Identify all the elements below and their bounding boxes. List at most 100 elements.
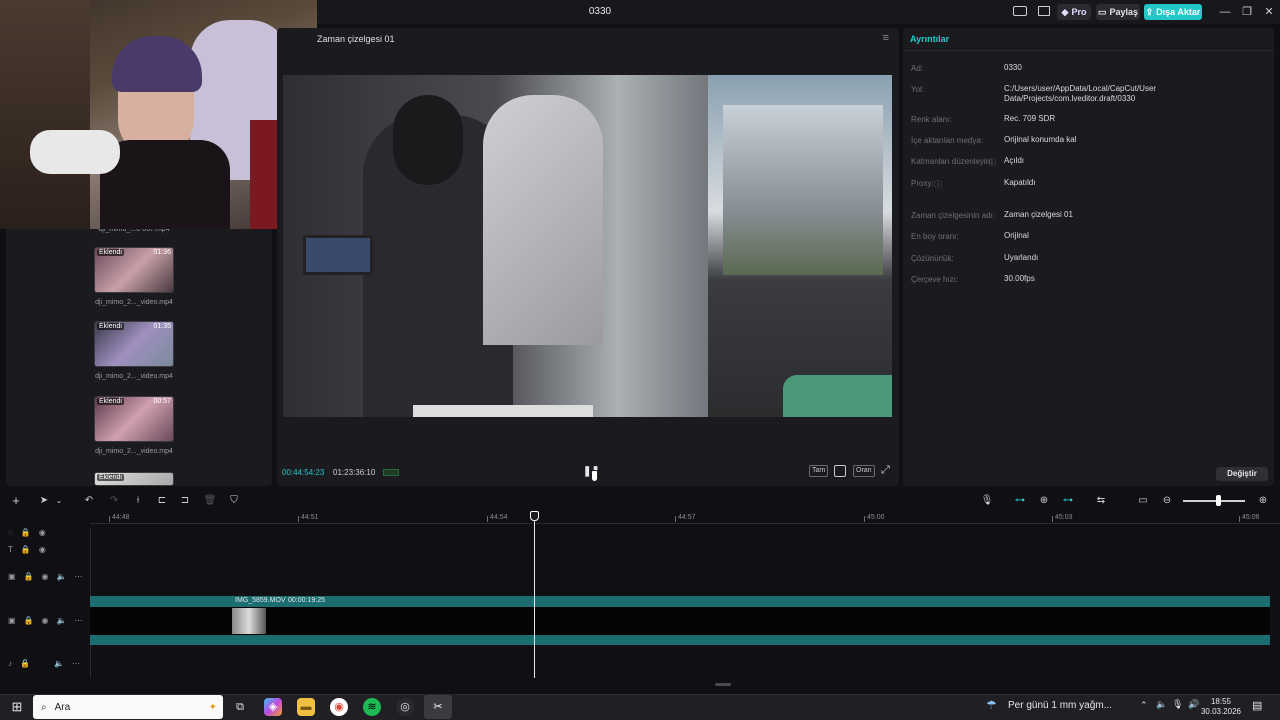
- tab-details[interactable]: Ayrıntılar: [910, 34, 949, 44]
- more-icon[interactable]: ⋯: [74, 572, 82, 581]
- timeline-ruler[interactable]: 44:48 44:51 44:54 44:57 45:00 45:03 45:0…: [90, 512, 1280, 524]
- media-item[interactable]: Eklendi: [94, 472, 174, 486]
- speaker-icon[interactable]: 🔈: [1156, 699, 1167, 710]
- split-icon[interactable]: ⟊: [131, 494, 145, 508]
- playhead[interactable]: [534, 512, 535, 678]
- video-track-icon[interactable]: ▣: [8, 572, 16, 581]
- shield-icon[interactable]: ⛉: [227, 494, 241, 508]
- horizontal-scrollbar[interactable]: [715, 683, 731, 686]
- close-button[interactable]: ✕: [1260, 3, 1278, 21]
- redo-icon[interactable]: ↷: [107, 494, 121, 508]
- video-clip-body[interactable]: [90, 607, 1270, 635]
- lock-icon[interactable]: 🔒: [21, 545, 31, 554]
- detail-label: Katmanları düzenleyin:: [911, 157, 993, 166]
- caption-icon[interactable]: ▭: [1136, 494, 1150, 508]
- lock-icon[interactable]: 🔒: [24, 572, 34, 581]
- info-icon[interactable]: ⓘ: [934, 179, 942, 190]
- playhead-handle[interactable]: [530, 511, 539, 521]
- select-tool-icon[interactable]: ➤: [37, 494, 51, 508]
- current-time: 00:44:54:23: [282, 468, 325, 477]
- snap-icon[interactable]: ⊕: [1037, 494, 1051, 508]
- detail-value: Rec. 709 SDR: [1004, 114, 1056, 123]
- add-icon[interactable]: +: [9, 494, 23, 508]
- chrome-icon[interactable]: ◉: [330, 698, 348, 716]
- share-button[interactable]: ▭ Paylaş: [1096, 4, 1140, 20]
- track-controls: ▣ 🔒 ◉ 🔈 ⋯: [8, 616, 82, 625]
- menu-icon[interactable]: ≡: [883, 32, 889, 44]
- spotify-icon[interactable]: ≋: [363, 698, 381, 716]
- windows-start-icon[interactable]: ⊞: [8, 698, 26, 716]
- zoom-slider-handle[interactable]: [1216, 495, 1221, 506]
- weather-text[interactable]: Per günü 1 mm yağm...: [1008, 700, 1112, 711]
- chevron-up-icon[interactable]: ⌃: [1140, 700, 1148, 711]
- track-controls: T 🔒 ◉: [8, 545, 46, 554]
- ruler-tick: 44:51: [298, 514, 319, 522]
- detail-value: Uyarlandı: [1004, 253, 1039, 262]
- zoom-in-icon[interactable]: ⊕: [1256, 494, 1270, 508]
- audio-track-icon[interactable]: ♪: [8, 659, 12, 668]
- lock-icon[interactable]: 🔒: [20, 659, 30, 668]
- clock-date[interactable]: 30.03.2026: [1200, 707, 1242, 716]
- trim-right-icon[interactable]: ⊐: [178, 494, 192, 508]
- minimize-button[interactable]: —: [1216, 3, 1234, 21]
- task-view-icon[interactable]: ⧉: [231, 698, 249, 716]
- link-icon[interactable]: ⊶: [1013, 494, 1027, 508]
- clip-name: IMG_5859.MOV: [235, 597, 286, 604]
- shortcut-icon[interactable]: [1038, 6, 1050, 16]
- change-button[interactable]: Değiştir: [1216, 467, 1268, 481]
- pro-button[interactable]: ◆ Pro: [1057, 4, 1091, 20]
- audio-waveform[interactable]: [90, 635, 1270, 645]
- lock-icon[interactable]: 🔒: [21, 528, 31, 537]
- ratio-button[interactable]: Oran: [853, 465, 875, 477]
- video-track-icon[interactable]: ▣: [8, 616, 16, 625]
- magnet-icon[interactable]: ⊶: [1061, 494, 1075, 508]
- info-icon[interactable]: ⓘ: [988, 157, 996, 168]
- screenshot-icon[interactable]: [834, 465, 846, 477]
- speaker-icon[interactable]: 🔈: [57, 572, 67, 581]
- speaker-icon[interactable]: 🔈: [57, 616, 67, 625]
- eye-icon[interactable]: ◉: [39, 545, 46, 554]
- detail-value: 0330: [1004, 63, 1022, 72]
- eye-icon[interactable]: ◉: [42, 616, 49, 625]
- detail-value: Zaman çizelgesi 01: [1004, 210, 1073, 219]
- effect-icon[interactable]: ◌: [8, 528, 13, 537]
- lock-icon[interactable]: 🔒: [24, 616, 34, 625]
- detail-label: Renk alanı:: [911, 115, 952, 124]
- zoom-out-icon[interactable]: ⊖: [1160, 494, 1174, 508]
- chevron-down-icon[interactable]: ⌄: [52, 494, 66, 508]
- layout-icon[interactable]: [1013, 6, 1027, 16]
- divider: [903, 50, 1274, 51]
- volume-icon[interactable]: 🔊: [1188, 699, 1199, 710]
- media-item[interactable]: Eklendi 01:36 dji_mimo_2..._video.mp4: [94, 247, 174, 306]
- full-quality-button[interactable]: Tam: [809, 465, 829, 477]
- fullscreen-icon[interactable]: ⤢: [881, 464, 890, 477]
- more-icon[interactable]: ⋯: [72, 659, 80, 668]
- capcut-icon[interactable]: ✂: [424, 695, 452, 719]
- search-icon: ⌕: [41, 701, 47, 713]
- preview-axis-icon[interactable]: ⇆: [1094, 494, 1108, 508]
- copilot-icon[interactable]: ◈: [264, 698, 282, 716]
- microphone-icon[interactable]: 🎙: [1172, 699, 1183, 710]
- taskbar-search[interactable]: ⌕ Ara ✦: [33, 695, 223, 719]
- notification-icon[interactable]: ▤: [1252, 699, 1262, 712]
- microphone-icon[interactable]: 🎙: [980, 494, 994, 508]
- speaker-icon[interactable]: 🔈: [54, 659, 64, 668]
- maximize-button[interactable]: ❐: [1238, 3, 1256, 21]
- obs-icon[interactable]: ◎: [396, 698, 414, 716]
- clock-time[interactable]: 18:55: [1206, 697, 1236, 706]
- eye-icon[interactable]: ◉: [42, 572, 49, 581]
- text-icon[interactable]: T: [8, 545, 13, 554]
- export-button[interactable]: ⇪ Dışa Aktar: [1144, 4, 1202, 20]
- eye-icon[interactable]: ◉: [39, 528, 46, 537]
- trim-left-icon[interactable]: ⊏: [155, 494, 169, 508]
- detail-label: En boy oranı:: [911, 232, 959, 241]
- audio-meter-icon: [383, 469, 399, 476]
- zoom-slider[interactable]: [1183, 500, 1245, 502]
- file-explorer-icon[interactable]: ▬: [297, 698, 315, 716]
- delete-icon[interactable]: 🗑: [203, 494, 217, 508]
- undo-icon[interactable]: ↶: [82, 494, 96, 508]
- video-preview[interactable]: [283, 75, 892, 417]
- media-item[interactable]: Eklendi 01:35 dji_mimo_2..._video.mp4: [94, 321, 174, 380]
- media-item[interactable]: Eklendi 00:57 dji_mimo_2..._video.mp4: [94, 396, 174, 455]
- more-icon[interactable]: ⋯: [74, 616, 82, 625]
